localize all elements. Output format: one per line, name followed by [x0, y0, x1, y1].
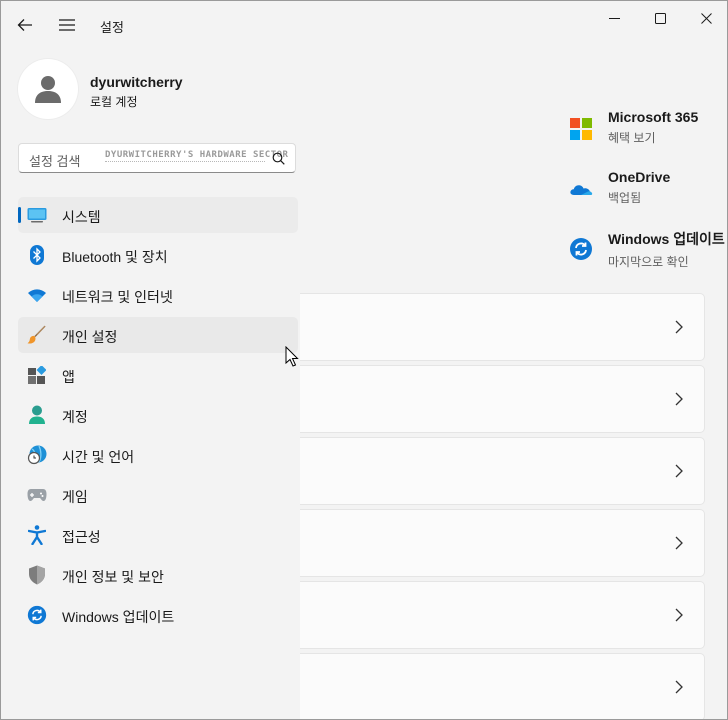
microsoft-logo-icon: [570, 118, 592, 140]
nav-item-apps[interactable]: 앱: [18, 357, 298, 393]
service-subtitle: 혜택 보기: [608, 131, 656, 145]
service-subtitle: 마지막으로 확인: [608, 255, 689, 269]
gamepad-icon: [27, 485, 47, 505]
shield-icon: [27, 565, 47, 585]
nav-item-windows-update[interactable]: Windows 업데이트: [18, 597, 298, 633]
navigation-pane: dyurwitcherry 로컬 계정 설정 검색 DYURWITCHERRY'…: [1, 49, 300, 719]
settings-card[interactable]: [287, 509, 705, 577]
nav-item-label: Bluetooth 및 장치: [62, 249, 168, 265]
onedrive-icon: [570, 185, 593, 195]
mouse-cursor-icon: [285, 346, 299, 367]
nav-item-bluetooth[interactable]: Bluetooth 및 장치: [18, 237, 298, 273]
watermark-underline: [105, 161, 265, 164]
settings-card[interactable]: [287, 293, 705, 361]
back-arrow-icon: [17, 19, 32, 31]
accessibility-icon: [27, 525, 47, 545]
service-windows-update[interactable]: Windows 업데이트 마지막으로 확인: [569, 229, 725, 270]
nav-item-accounts[interactable]: 계정: [18, 397, 298, 433]
settings-card[interactable]: [287, 365, 705, 433]
chevron-right-icon: [675, 464, 683, 478]
window-title: 설정: [100, 20, 124, 35]
monitor-icon: [27, 205, 47, 225]
nav-item-label: 네트워크 및 인터넷: [62, 289, 173, 305]
nav-item-gaming[interactable]: 게임: [18, 477, 298, 513]
chevron-right-icon: [675, 680, 683, 694]
nav-item-label: 시간 및 언어: [62, 449, 135, 465]
nav-item-privacy-security[interactable]: 개인 정보 및 보안: [18, 557, 298, 593]
minimize-button[interactable]: [591, 1, 637, 35]
service-title: Microsoft 365: [608, 109, 699, 125]
wifi-icon: [27, 285, 47, 305]
close-icon: [700, 12, 712, 24]
search-input[interactable]: 설정 검색 DYURWITCHERRY'S HARDWARE SECTOR: [18, 143, 296, 173]
update-icon: [570, 238, 592, 260]
update-icon: [27, 605, 47, 625]
search-icon: [272, 152, 285, 165]
settings-window: Microsoft 365 혜택 보기 OneDrive 백업됨 Windows…: [0, 0, 728, 720]
service-title: OneDrive: [608, 169, 671, 185]
watermark-text: DYURWITCHERRY'S HARDWARE SECTOR: [105, 150, 289, 160]
maximize-icon: [654, 12, 666, 24]
service-subtitle: 백업됨: [608, 191, 642, 205]
settings-card[interactable]: [287, 437, 705, 505]
chevron-right-icon: [675, 392, 683, 406]
nav-item-time-language[interactable]: 시간 및 언어: [18, 437, 298, 473]
nav-item-accessibility[interactable]: 접근성: [18, 517, 298, 553]
menu-button[interactable]: [53, 11, 81, 39]
nav-item-system[interactable]: 시스템: [18, 197, 298, 233]
title-bar: 설정: [1, 1, 727, 49]
back-button[interactable]: [11, 11, 39, 39]
chevron-right-icon: [675, 608, 683, 622]
selection-indicator: [18, 207, 21, 223]
bluetooth-icon: [27, 245, 47, 265]
nav-item-label: 접근성: [62, 529, 101, 545]
brush-icon: [27, 325, 47, 345]
minimize-icon: [608, 17, 620, 19]
settings-card[interactable]: [287, 653, 705, 719]
nav-item-label: 게임: [62, 489, 88, 505]
nav-item-label: 개인 정보 및 보안: [62, 569, 164, 585]
service-title: Windows 업데이트: [608, 231, 725, 247]
chevron-right-icon: [675, 320, 683, 334]
nav-item-label: 앱: [62, 369, 75, 385]
chevron-right-icon: [675, 536, 683, 550]
user-profile[interactable]: dyurwitcherry 로컬 계정: [18, 59, 298, 119]
settings-card[interactable]: [287, 581, 705, 649]
nav-item-label: 시스템: [62, 209, 101, 225]
search-placeholder: 설정 검색: [29, 154, 81, 169]
nav-item-personalization[interactable]: 개인 설정: [18, 317, 298, 353]
person-icon: [27, 405, 47, 425]
service-microsoft-365[interactable]: Microsoft 365 혜택 보기: [569, 109, 698, 146]
avatar: [18, 59, 78, 119]
nav-item-label: 개인 설정: [62, 329, 118, 345]
service-onedrive[interactable]: OneDrive 백업됨: [569, 169, 670, 206]
user-name: dyurwitcherry: [90, 74, 183, 90]
nav-item-label: Windows 업데이트: [62, 609, 175, 625]
nav-item-label: 계정: [62, 409, 88, 425]
globe-clock-icon: [27, 445, 47, 465]
hamburger-icon: [59, 19, 75, 31]
nav-item-network[interactable]: 네트워크 및 인터넷: [18, 277, 298, 313]
account-type: 로컬 계정: [90, 95, 138, 109]
person-avatar-icon: [35, 76, 61, 103]
apps-icon: [27, 365, 47, 385]
close-button[interactable]: [683, 1, 727, 35]
maximize-button[interactable]: [637, 1, 683, 35]
